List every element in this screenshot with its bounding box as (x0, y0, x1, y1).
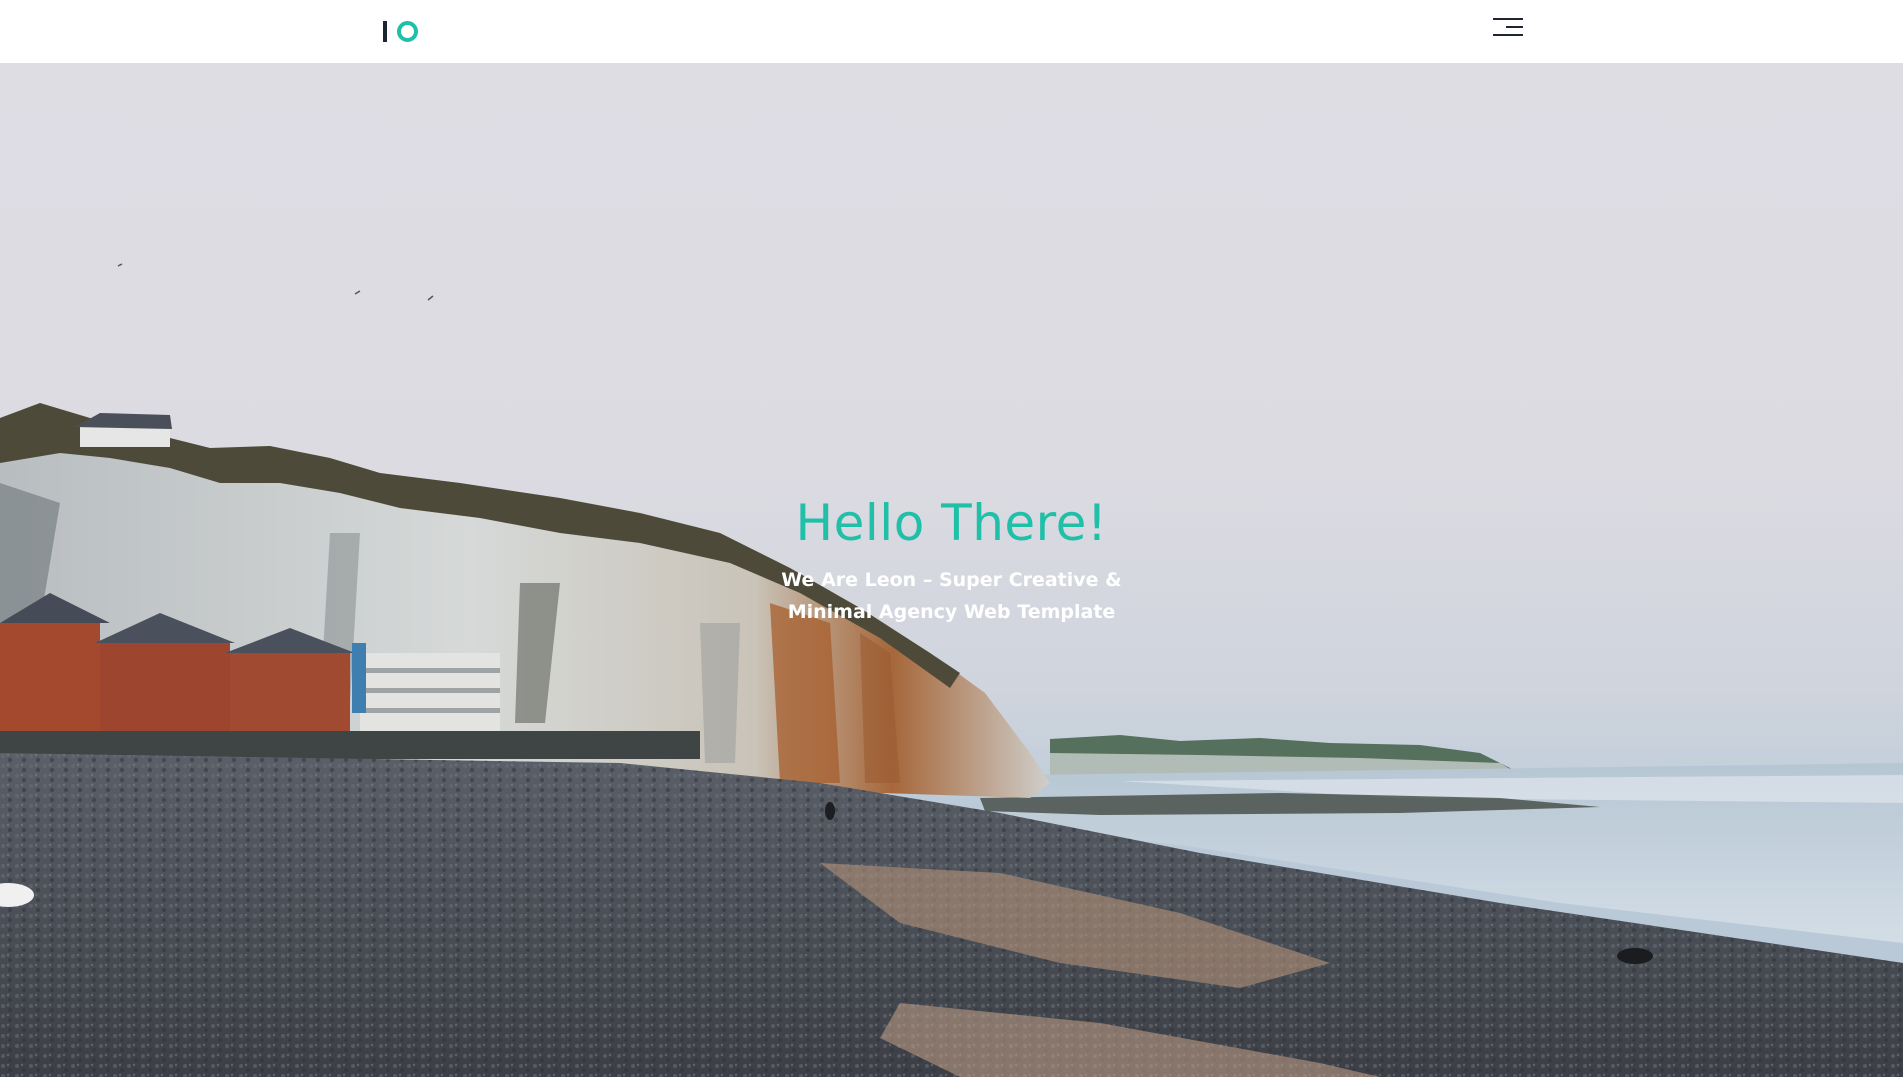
site-logo[interactable] (383, 19, 418, 43)
hero-section: Hello There! We Are Leon – Super Creativ… (0, 63, 1903, 1077)
logo-ring-mark (397, 20, 418, 42)
hamburger-menu-icon[interactable] (1491, 17, 1523, 39)
menu-line (1506, 26, 1523, 28)
hero-subtitle: We Are Leon – Super Creative & Minimal A… (781, 569, 1122, 623)
menu-line (1493, 18, 1523, 20)
logo-bar-mark (383, 20, 387, 42)
site-header (0, 0, 1903, 63)
hero-title: Hello There! (795, 494, 1108, 552)
menu-line (1493, 34, 1523, 36)
hero-content: Hello There! We Are Leon – Super Creativ… (0, 492, 1903, 628)
